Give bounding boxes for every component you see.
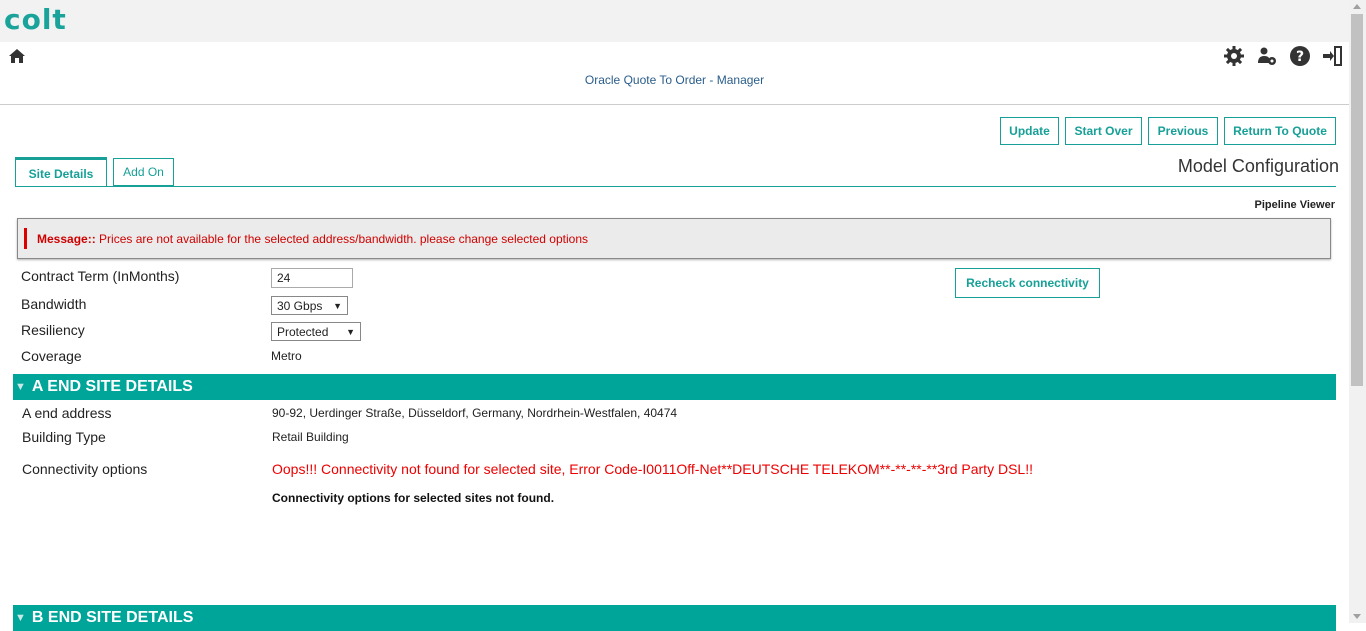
previous-button[interactable]: Previous [1148, 117, 1218, 145]
chevron-down-icon: ▼ [333, 300, 342, 311]
help-icon[interactable]: ? [1289, 45, 1311, 67]
settings-gear-icon[interactable] [1223, 45, 1245, 67]
coverage-label: Coverage [21, 348, 82, 364]
collapse-triangle-icon[interactable]: ▼ [15, 612, 26, 624]
a-end-address-value: 90-92, Uerdinger Straße, Düsseldorf, Ger… [272, 406, 678, 420]
logout-icon[interactable] [1322, 45, 1344, 67]
bandwidth-selected-value: 30 Gbps [277, 298, 323, 313]
message-text: Message:: Prices are not available for t… [37, 232, 588, 246]
svg-text:?: ? [1296, 49, 1304, 65]
recheck-connectivity-button[interactable]: Recheck connectivity [955, 268, 1100, 298]
chevron-down-icon: ▼ [346, 326, 355, 337]
bandwidth-select[interactable]: 30 Gbps ▼ [271, 296, 348, 315]
user-settings-icon[interactable] [1256, 45, 1278, 67]
home-icon[interactable] [8, 47, 26, 65]
header-icon-bar: ? [1223, 45, 1344, 67]
page-scrollbar[interactable] [1349, 0, 1366, 623]
message-prefix: Message:: [37, 232, 96, 246]
page-title: Model Configuration [1177, 156, 1339, 176]
a-end-address-label: A end address [22, 405, 112, 421]
header-divider [0, 104, 1349, 105]
contract-term-label: Contract Term (InMonths) [21, 268, 180, 284]
message-body: Prices are not available for the selecte… [95, 232, 588, 246]
start-over-button[interactable]: Start Over [1065, 117, 1142, 145]
a-end-section-title: A END SITE DETAILS [31, 378, 193, 395]
message-accent-bar [24, 228, 27, 249]
resiliency-selected-value: Protected [277, 324, 329, 339]
return-to-quote-button[interactable]: Return To Quote [1224, 117, 1336, 145]
connectivity-error-text: Oops!!! Connectivity not found for selec… [272, 461, 1033, 477]
b-end-section-header[interactable]: ▼ B END SITE DETAILS [13, 605, 1336, 631]
tab-add-on[interactable]: Add On [113, 158, 174, 186]
header-band [0, 0, 1349, 42]
update-button[interactable]: Update [1000, 117, 1059, 145]
collapse-triangle-icon[interactable]: ▼ [15, 381, 26, 393]
pipeline-viewer-link[interactable]: Pipeline Viewer [1254, 199, 1335, 211]
scroll-up-arrow-icon[interactable] [1353, 4, 1361, 9]
resiliency-label: Resiliency [21, 322, 85, 338]
building-type-label: Building Type [22, 429, 106, 445]
contract-term-input[interactable]: 24 [271, 268, 353, 288]
scrollbar-thumb[interactable] [1351, 14, 1363, 386]
scroll-down-arrow-icon[interactable] [1353, 614, 1361, 619]
resiliency-select[interactable]: Protected ▼ [271, 322, 361, 341]
tab-underline [15, 186, 1336, 187]
tab-site-details[interactable]: Site Details [15, 157, 107, 187]
app-title[interactable]: Oracle Quote To Order - Manager [0, 73, 1349, 87]
message-banner: Message:: Prices are not available for t… [17, 218, 1331, 259]
a-end-section-header[interactable]: ▼ A END SITE DETAILS [13, 374, 1336, 400]
building-type-value: Retail Building [272, 430, 349, 444]
colt-logo: colt [4, 3, 67, 36]
coverage-value: Metro [271, 349, 302, 363]
connectivity-options-label: Connectivity options [22, 461, 148, 477]
bandwidth-label: Bandwidth [21, 296, 87, 312]
b-end-section-title: B END SITE DETAILS [31, 609, 194, 626]
connectivity-note: Connectivity options for selected sites … [272, 491, 555, 505]
